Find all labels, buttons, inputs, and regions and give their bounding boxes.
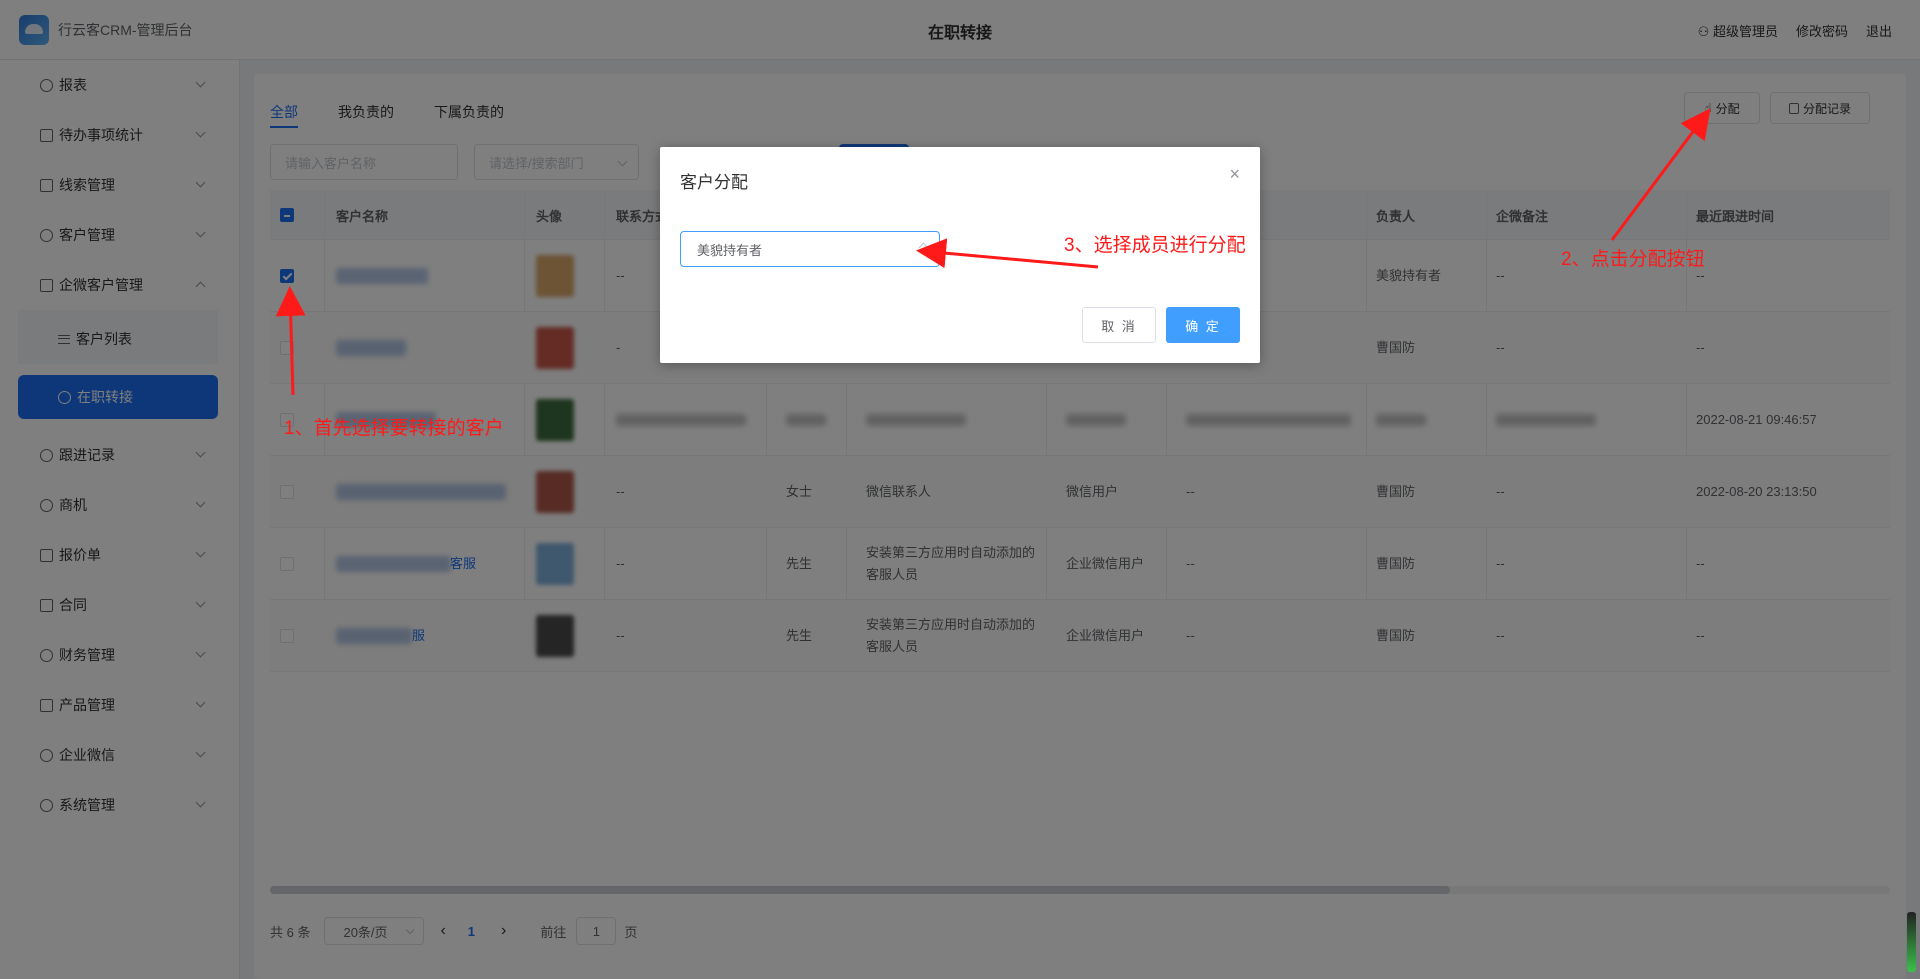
annotation-step1: 1、首先选择要转接的客户 bbox=[284, 418, 504, 439]
page-scrollbar[interactable] bbox=[1907, 912, 1916, 972]
confirm-button[interactable]: 确 定 bbox=[1166, 307, 1240, 343]
dialog-title: 客户分配 bbox=[680, 173, 748, 192]
member-select[interactable]: 美貌持有者 bbox=[680, 231, 940, 267]
cancel-button[interactable]: 取 消 bbox=[1082, 307, 1156, 343]
chevron-up-icon bbox=[918, 242, 929, 253]
close-icon[interactable]: × bbox=[1229, 164, 1240, 185]
member-select-value: 美貌持有者 bbox=[697, 242, 763, 258]
annotation-step2: 2、点击分配按钮 bbox=[1561, 249, 1705, 270]
annotation-step3: 3、选择成员进行分配 bbox=[1064, 235, 1246, 256]
